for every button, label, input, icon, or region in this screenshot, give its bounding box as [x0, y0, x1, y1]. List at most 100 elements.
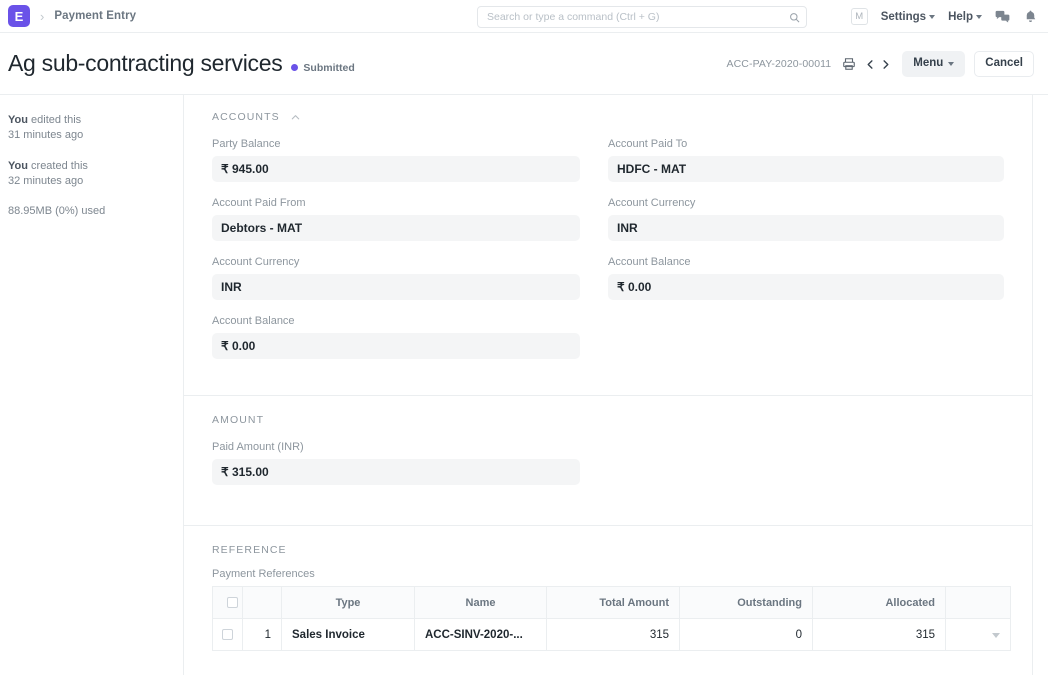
previous-doc-button[interactable] [865, 58, 876, 71]
field-value[interactable]: ₹ 0.00 [608, 274, 1004, 300]
field-label: Account Paid From [212, 196, 580, 211]
breadcrumb-payment-entry[interactable]: Payment Entry [54, 10, 136, 22]
field-value[interactable]: INR [608, 215, 1004, 241]
menu-label: Menu [913, 57, 943, 71]
section-amount-header[interactable]: AMOUNT [212, 414, 1004, 426]
column-header-type[interactable]: Type [282, 587, 415, 619]
chevron-down-icon [948, 62, 954, 66]
column-header-allocated[interactable]: Allocated [813, 587, 946, 619]
sidebar: You edited this 31 minutes ago You creat… [0, 95, 184, 675]
form-main: ACCOUNTS Party Balance ₹ 945.00 Account … [184, 95, 1033, 675]
field-value[interactable]: ₹ 0.00 [212, 333, 580, 359]
field-value[interactable]: ₹ 315.00 [212, 459, 580, 485]
created-time: 32 minutes ago [8, 174, 171, 189]
table-row[interactable]: 1 Sales Invoice ACC-SINV-2020-... 315 0 … [213, 619, 1011, 651]
field-label: Account Balance [608, 255, 1004, 270]
settings-label: Settings [881, 11, 926, 23]
field-label: Account Paid To [608, 137, 1004, 152]
field-label: Account Currency [212, 255, 580, 270]
title-area: Ag sub-contracting services Submitted [8, 50, 355, 77]
table-body: 1 Sales Invoice ACC-SINV-2020-... 315 0 … [213, 619, 1011, 651]
section-accounts-label: ACCOUNTS [212, 111, 280, 123]
created-line: You created this [8, 159, 171, 174]
edited-line: You edited this [8, 113, 171, 128]
section-reference: REFERENCE Payment References Type Name T… [184, 526, 1032, 673]
field-label: Account Currency [608, 196, 1004, 211]
row-select-cell [213, 619, 243, 651]
edited-time: 31 minutes ago [8, 128, 171, 143]
accounts-grid: Party Balance ₹ 945.00 Account Paid From… [212, 137, 1004, 373]
select-all-checkbox[interactable] [227, 597, 238, 608]
field-account-currency-to: Account Currency INR [608, 196, 1004, 241]
sidebar-created-info: You created this 32 minutes ago [8, 159, 171, 189]
cancel-button[interactable]: Cancel [974, 51, 1034, 77]
chevron-left-icon [865, 58, 876, 71]
column-header-actions [946, 587, 1011, 619]
chevron-down-icon [976, 15, 982, 19]
field-account-balance-from: Account Balance ₹ 0.00 [212, 314, 580, 359]
next-doc-button[interactable] [880, 58, 891, 71]
settings-menu[interactable]: Settings [881, 11, 935, 23]
field-value[interactable]: HDFC - MAT [608, 156, 1004, 182]
cell-name[interactable]: ACC-SINV-2020-... [415, 619, 547, 651]
field-label: Account Balance [212, 314, 580, 329]
field-account-paid-from: Account Paid From Debtors - MAT [212, 196, 580, 241]
breadcrumb-separator-icon: › [38, 10, 46, 23]
help-label: Help [948, 11, 973, 23]
field-value[interactable]: INR [212, 274, 580, 300]
field-party-balance: Party Balance ₹ 945.00 [212, 137, 580, 182]
avatar[interactable]: M [851, 8, 868, 25]
created-action: created this [28, 160, 88, 172]
page-body: You edited this 31 minutes ago You creat… [0, 95, 1048, 675]
column-header-total-amount[interactable]: Total Amount [547, 587, 680, 619]
column-header-outstanding[interactable]: Outstanding [680, 587, 813, 619]
field-value[interactable]: Debtors - MAT [212, 215, 580, 241]
field-paid-amount: Paid Amount (INR) ₹ 315.00 [212, 440, 580, 485]
field-label: Party Balance [212, 137, 580, 152]
field-label: Paid Amount (INR) [212, 440, 580, 455]
field-value[interactable]: ₹ 945.00 [212, 156, 580, 182]
amount-grid: Paid Amount (INR) ₹ 315.00 [212, 440, 1004, 499]
storage-usage: 88.95MB (0%) used [8, 205, 171, 217]
accounts-left-column: Party Balance ₹ 945.00 Account Paid From… [212, 137, 608, 373]
table-header: Type Name Total Amount Outstanding Alloc… [213, 587, 1011, 619]
cell-total-amount[interactable]: 315 [547, 619, 680, 651]
app-logo[interactable]: E [8, 5, 30, 27]
menu-button[interactable]: Menu [902, 51, 965, 77]
cell-outstanding[interactable]: 0 [680, 619, 813, 651]
section-accounts: ACCOUNTS Party Balance ₹ 945.00 Account … [184, 95, 1032, 396]
chat-icon[interactable] [995, 9, 1010, 24]
sidebar-edited-info: You edited this 31 minutes ago [8, 113, 171, 143]
row-checkbox[interactable] [222, 629, 233, 640]
document-id: ACC-PAY-2020-00011 [727, 58, 832, 70]
cell-allocated[interactable]: 315 [813, 619, 946, 651]
created-who: You [8, 160, 28, 172]
page-header: Ag sub-contracting services Submitted AC… [0, 33, 1048, 95]
section-amount: AMOUNT Paid Amount (INR) ₹ 315.00 [184, 396, 1032, 526]
row-expand-cell[interactable] [946, 619, 1011, 651]
table-header-row: Type Name Total Amount Outstanding Alloc… [213, 587, 1011, 619]
section-accounts-header[interactable]: ACCOUNTS [212, 111, 1004, 123]
edited-action: edited this [28, 114, 81, 126]
search-icon [789, 12, 800, 23]
navbar-right: M Settings Help [851, 0, 1038, 33]
right-rail [1033, 95, 1048, 675]
payment-references-label: Payment References [212, 568, 1004, 580]
doc-nav [865, 58, 891, 71]
accounts-right-column: Account Paid To HDFC - MAT Account Curre… [608, 137, 1004, 373]
cell-type[interactable]: Sales Invoice [282, 619, 415, 651]
help-menu[interactable]: Help [948, 11, 982, 23]
index-header [243, 587, 282, 619]
amount-left-column: Paid Amount (INR) ₹ 315.00 [212, 440, 608, 499]
navbar-left: E › Payment Entry [8, 5, 136, 27]
section-reference-header[interactable]: REFERENCE [212, 544, 1004, 556]
chevron-right-icon [880, 58, 891, 71]
printer-icon [842, 57, 856, 71]
bell-icon[interactable] [1023, 9, 1038, 24]
chevron-down-icon [929, 15, 935, 19]
column-header-name[interactable]: Name [415, 587, 547, 619]
global-search[interactable] [477, 6, 807, 28]
print-button[interactable] [842, 57, 856, 71]
chevron-up-icon [290, 112, 301, 123]
search-input[interactable] [487, 11, 789, 23]
